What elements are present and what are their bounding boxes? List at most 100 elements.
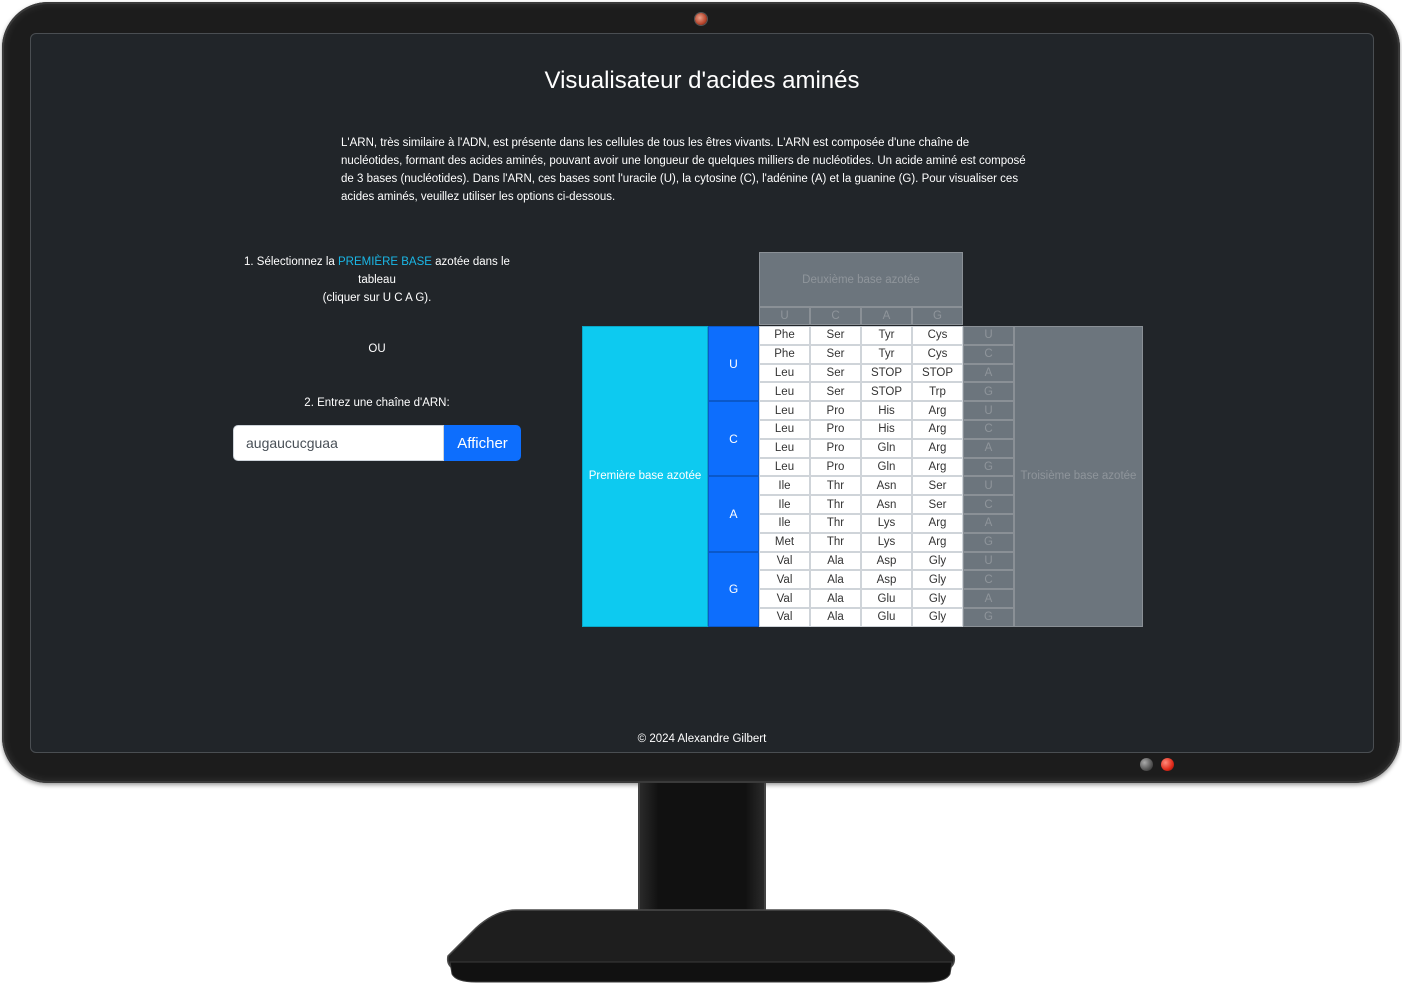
second-base-u: U (759, 307, 810, 325)
codon-cell: Val (759, 570, 810, 590)
afficher-button[interactable]: Afficher (444, 425, 521, 461)
second-base-header: Deuxième base azotée (759, 252, 963, 307)
codon-cell: Pro (810, 457, 861, 477)
third-base-c: C (963, 570, 1014, 590)
codon-cell: Thr (810, 476, 861, 496)
step1-instruction: 1. Sélectionnez la PREMIÈRE BASE azotée … (231, 253, 523, 307)
third-base-a: A (963, 363, 1014, 383)
third-base-u: U (963, 326, 1014, 345)
codon-cell: Pro (810, 438, 861, 458)
codon-cell: Arg (912, 420, 963, 439)
codon-cell: STOP (912, 363, 963, 383)
codon-cell: Ala (810, 551, 861, 571)
codon-cell: Ser (810, 344, 861, 364)
codon-cell: Val (759, 551, 810, 571)
codon-cell: His (861, 420, 912, 439)
codon-cell: Leu (759, 457, 810, 477)
codon-cell: Tyr (861, 326, 912, 345)
webcam-icon (695, 13, 707, 25)
codon-cell: Asp (861, 551, 912, 571)
monitor-menu-button (1140, 758, 1153, 771)
codon-cell: Ala (810, 608, 861, 627)
step1-hint: (cliquer sur U C A G). (322, 292, 432, 304)
third-base-c: C (963, 344, 1014, 364)
codon-cell: Arg (912, 457, 963, 477)
codon-cell: Lys (861, 532, 912, 552)
codon-cell: Pro (810, 420, 861, 439)
monitor-power-button (1161, 758, 1174, 771)
third-base-c: C (963, 495, 1014, 514)
codon-cell: Phe (759, 326, 810, 345)
codon-cell: Gly (912, 551, 963, 571)
second-base-c: C (810, 307, 861, 325)
second-base-a: A (861, 307, 912, 325)
codon-cell: Pro (810, 401, 861, 420)
intro-paragraph: L'ARN, très similaire à l'ADN, est prése… (341, 137, 1026, 203)
third-base-a: A (963, 589, 1014, 608)
codon-cell: Ser (912, 476, 963, 496)
codon-cell: Glu (861, 608, 912, 627)
codon-cell: Arg (912, 438, 963, 458)
codon-cell: Arg (912, 532, 963, 552)
codon-cell: Asn (861, 476, 912, 496)
codon-cell: Gly (912, 589, 963, 608)
step1-highlight: PREMIÈRE BASE (338, 256, 432, 268)
codon-cell: Leu (759, 438, 810, 458)
codon-cell: Val (759, 608, 810, 627)
codon-cell: Ser (810, 326, 861, 345)
monitor-stand-base (446, 909, 956, 983)
codon-cell: Ala (810, 570, 861, 590)
codon-cell: Glu (861, 589, 912, 608)
codon-cell: Ser (912, 495, 963, 514)
third-base-u: U (963, 401, 1014, 420)
codon-cell: Ser (810, 363, 861, 383)
step2-instruction: 2. Entrez une chaîne d'ARN: (304, 397, 450, 409)
codon-cell: Leu (759, 420, 810, 439)
third-base-g: G (963, 457, 1014, 477)
third-base-g: G (963, 608, 1014, 627)
second-base-g: G (912, 307, 963, 325)
third-base-u: U (963, 476, 1014, 496)
codon-cell: Ser (810, 382, 861, 402)
codon-cell: Thr (810, 514, 861, 533)
codon-cell: Asp (861, 570, 912, 590)
codon-cell: Phe (759, 344, 810, 364)
codon-cell: His (861, 401, 912, 420)
codon-cell: Thr (810, 532, 861, 552)
codon-cell: Val (759, 589, 810, 608)
codon-cell: Ile (759, 476, 810, 496)
codon-cell: Leu (759, 382, 810, 402)
codon-cell: STOP (861, 363, 912, 383)
screen: Visualisateur d'acides aminés L'ARN, trè… (30, 33, 1374, 753)
codon-cell: Ile (759, 514, 810, 533)
codon-cell: Trp (912, 382, 963, 402)
first-base-a-button[interactable]: A (708, 476, 759, 552)
codon-cell: Gln (861, 457, 912, 477)
third-base-u: U (963, 551, 1014, 571)
rna-input[interactable] (233, 425, 444, 461)
first-base-g-button[interactable]: G (708, 551, 759, 627)
page-title: Visualisateur d'acides aminés (544, 67, 860, 94)
third-base-c: C (963, 420, 1014, 439)
codon-cell: Ile (759, 495, 810, 514)
codon-cell: Lys (861, 514, 912, 533)
or-separator: OU (368, 343, 386, 355)
codon-cell: Gly (912, 570, 963, 590)
first-base-c-button[interactable]: C (708, 401, 759, 477)
codon-cell: Tyr (861, 344, 912, 364)
third-base-g: G (963, 382, 1014, 402)
third-base-a: A (963, 438, 1014, 458)
codon-cell: Ala (810, 589, 861, 608)
footer-copyright: © 2024 Alexandre Gilbert (637, 733, 767, 745)
third-base-a: A (963, 514, 1014, 533)
codon-cell: Thr (810, 495, 861, 514)
codon-cell: Leu (759, 401, 810, 420)
codon-cell: Arg (912, 401, 963, 420)
codon-cell: Arg (912, 514, 963, 533)
codon-cell: Gly (912, 608, 963, 627)
first-base-u-button[interactable]: U (708, 326, 759, 402)
codon-cell: Asn (861, 495, 912, 514)
codon-cell: Leu (759, 363, 810, 383)
step1-prefix: 1. Sélectionnez la (244, 256, 338, 268)
third-base-label: Troisième base azotée (1014, 326, 1143, 627)
